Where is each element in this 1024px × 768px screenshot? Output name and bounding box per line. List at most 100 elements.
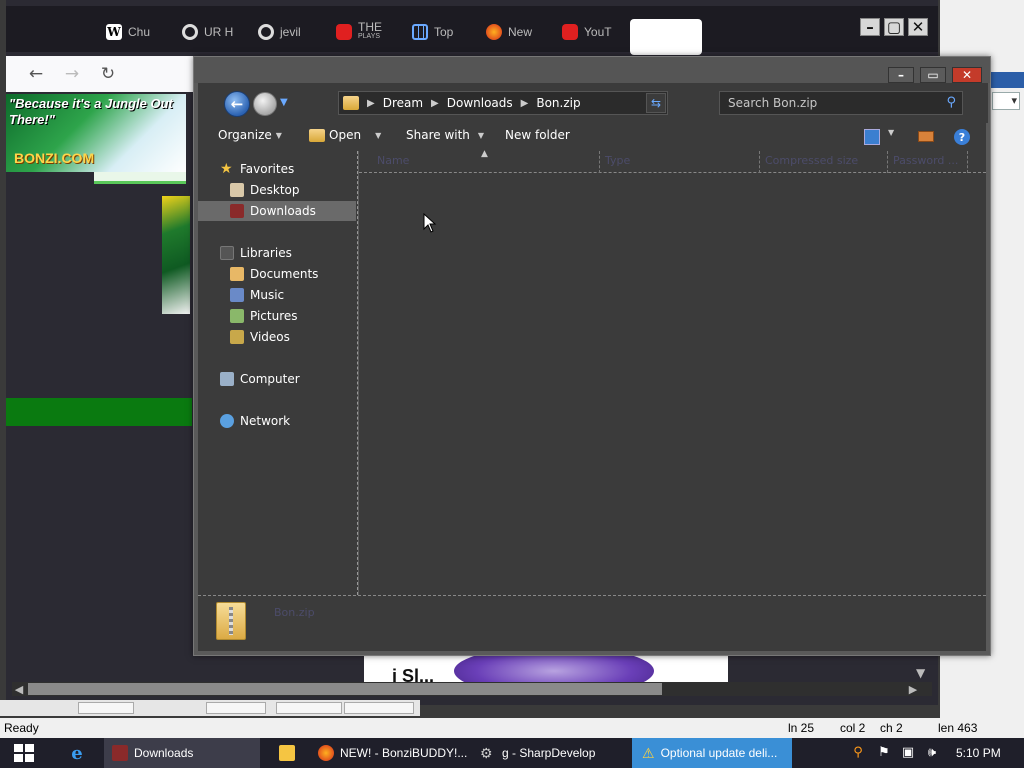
column-divider[interactable] [887, 151, 888, 173]
nav-item-desktop[interactable]: Desktop [198, 180, 356, 200]
scrollbar-thumb[interactable] [28, 683, 662, 695]
horizontal-scrollbar[interactable]: ◀ ▶ [12, 682, 932, 696]
media-player-icon [279, 745, 295, 761]
breadcrumb-item[interactable]: Bon.zip [536, 96, 580, 110]
libraries-icon [220, 246, 234, 260]
nav-item-libraries[interactable]: Libraries [198, 243, 356, 263]
column-divider[interactable] [599, 151, 600, 173]
nav-item-videos[interactable]: Videos [198, 327, 356, 347]
nav-item-computer[interactable]: Computer [198, 369, 356, 389]
explorer-close-button[interactable]: ✕ [952, 67, 982, 83]
search-input[interactable] [720, 92, 940, 114]
taskbar-item-downloads[interactable]: Downloads [104, 738, 260, 768]
breadcrumb-separator-icon[interactable]: ▶ [431, 98, 439, 109]
browser-tab[interactable]: THE PLAYS [336, 20, 382, 44]
file-list: ▲ Name Type Compressed size Password ... [359, 149, 986, 595]
breadcrumb-separator-icon[interactable]: ▶ [521, 98, 529, 109]
nav-item-network[interactable]: Network [198, 411, 356, 431]
taskbar-item-optional-update[interactable]: ⚠ Optional update deli... [632, 738, 792, 768]
tab-label: jevil [280, 25, 301, 39]
windows-start-icon[interactable] [14, 744, 34, 762]
breadcrumb[interactable]: ▶ Dream ▶ Downloads ▶ Bon.zip ▼ [338, 91, 668, 115]
browser-tab-active[interactable] [630, 19, 702, 55]
bonzi-character [454, 656, 654, 682]
search-icon[interactable]: ⚲ [850, 744, 866, 760]
internet-explorer-button[interactable]: e [62, 738, 92, 768]
breadcrumb-item[interactable]: Downloads [447, 96, 513, 110]
flag-icon[interactable]: ⚑ [876, 744, 892, 760]
column-header-type[interactable]: Type [605, 154, 630, 167]
browser-tab[interactable]: Top [412, 20, 453, 44]
column-divider[interactable] [967, 151, 968, 173]
search-icon[interactable]: ⚲ [946, 95, 956, 110]
browser-tab[interactable]: UR H [182, 20, 233, 44]
column-header-compressed-size[interactable]: Compressed size [765, 154, 858, 167]
browser-tab[interactable]: New [486, 20, 532, 44]
bonzi-image: i Sl... [364, 656, 728, 682]
taskbar-item-sharpdevelop[interactable]: ⚙ g - SharpDevelop [474, 738, 630, 768]
explorer-window: – ▭ ✕ ← ▼ ▶ Dream ▶ Downloads ▶ Bon.zip … [193, 56, 991, 656]
status-line: ln 25 [788, 721, 815, 735]
taskbar: e Downloads NEW! - BonziBUDDY!... ⚙ g - … [0, 738, 1024, 768]
nav-item-favorites[interactable]: ★ Favorites [198, 159, 356, 179]
explorer-titlebar: – ▭ ✕ [194, 57, 990, 83]
scroll-down-icon[interactable]: ▼ [916, 666, 925, 680]
details-filename: Bon.zip [274, 606, 315, 619]
network-tray-icon[interactable]: ▣ [900, 744, 916, 760]
view-options-button[interactable]: ▼ [888, 128, 894, 137]
search-box[interactable]: ⚲ [719, 91, 963, 115]
browser-tab[interactable]: YouT [562, 20, 612, 44]
breadcrumb-item[interactable]: Dream [383, 96, 423, 110]
editor-tab[interactable] [276, 702, 342, 714]
youtube-icon [562, 24, 578, 40]
share-with-button[interactable]: Share with ▼ [406, 128, 484, 142]
preview-pane-icon[interactable] [918, 131, 934, 142]
nav-item-music[interactable]: Music [198, 285, 356, 305]
close-button[interactable]: ✕ [908, 18, 928, 36]
status-col: col 2 [840, 721, 866, 735]
nav-item-pictures[interactable]: Pictures [198, 306, 356, 326]
minimize-button[interactable]: – [860, 18, 880, 36]
volume-icon[interactable]: 🕪 [924, 744, 940, 760]
view-icon[interactable] [864, 129, 880, 145]
open-button[interactable]: Open ▼ [309, 128, 381, 142]
nav-item-downloads[interactable]: Downloads [198, 201, 356, 221]
explorer-minimize-button[interactable]: – [888, 67, 914, 83]
editor-tab[interactable] [344, 702, 414, 714]
refresh-icon[interactable]: ⇆ [646, 93, 666, 113]
sharpdevelop-icon: ⚙ [480, 745, 493, 761]
page-text: i Sl... [392, 666, 435, 682]
maximize-button[interactable]: ▢ [884, 18, 904, 36]
editor-tab[interactable] [78, 702, 134, 714]
browser-tab[interactable]: jevil [258, 20, 301, 44]
bonzi-banner[interactable]: "Because it's a Jungle Out There!" BONZI… [6, 94, 186, 172]
nav-item-label: Music [250, 288, 285, 302]
new-folder-button[interactable]: New folder [505, 128, 570, 142]
back-icon[interactable]: ← [224, 91, 250, 117]
nav-item-documents[interactable]: Documents [198, 264, 356, 284]
breadcrumb-separator-icon[interactable]: ▶ [367, 98, 375, 109]
browser-tab[interactable]: W Chu [106, 20, 150, 44]
column-header-password[interactable]: Password ... [893, 154, 958, 167]
back-icon[interactable]: ← [24, 62, 48, 86]
chevron-down-icon: ▼ [375, 130, 382, 140]
forward-icon[interactable] [253, 92, 277, 116]
editor-tab[interactable] [206, 702, 266, 714]
help-icon[interactable]: ? [954, 129, 970, 145]
scroll-right-icon[interactable]: ▶ [906, 682, 920, 696]
recent-pages-icon[interactable]: ▼ [280, 97, 288, 108]
warning-icon: ⚠ [642, 744, 655, 761]
media-player-button[interactable] [274, 738, 300, 768]
column-header-name[interactable]: Name [377, 154, 409, 167]
editor-bottom-tabs [0, 700, 420, 716]
taskbar-item-bonzibuddy[interactable]: NEW! - BonziBUDDY!... [312, 738, 468, 768]
background-dropdown[interactable] [992, 92, 1020, 110]
column-divider[interactable] [759, 151, 760, 173]
explorer-maximize-button[interactable]: ▭ [920, 67, 946, 83]
scroll-left-icon[interactable]: ◀ [12, 682, 26, 696]
reload-icon[interactable]: ↻ [96, 62, 120, 86]
forward-icon[interactable]: → [60, 62, 84, 86]
clock[interactable]: 5:10 PM [956, 738, 1006, 768]
tab-label: New [508, 25, 533, 39]
organize-button[interactable]: Organize ▼ [218, 128, 282, 142]
